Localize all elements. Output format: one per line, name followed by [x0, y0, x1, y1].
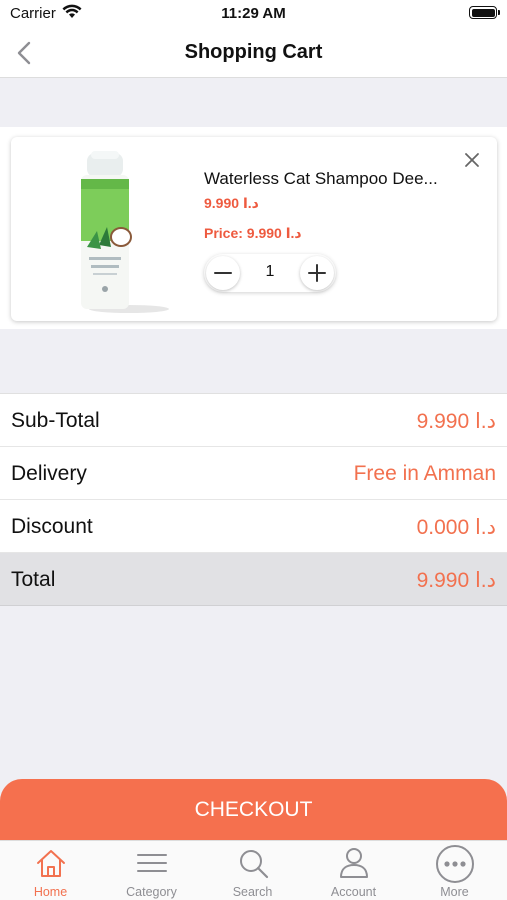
summary-row-discount: Discount 0.000 د.ا [0, 500, 507, 553]
user-icon [340, 848, 368, 878]
page-title: Shopping Cart [184, 41, 323, 63]
menu-icon [137, 854, 167, 872]
tab-home-label: Home [33, 885, 68, 899]
discount-value: 0.000 د.ا [416, 516, 496, 539]
tab-category[interactable]: Category [101, 841, 202, 900]
product-price-line: Price: 9.990 د.ا [204, 225, 302, 241]
tab-more-label: More [440, 885, 469, 899]
total-label: Total [11, 568, 56, 591]
tab-home[interactable]: Home [0, 841, 101, 900]
tab-category-label: Category [126, 885, 177, 899]
tab-account-label: Account [330, 885, 377, 899]
product-price: 9.990 د.ا [204, 195, 259, 211]
clock: 11:29 AM [221, 5, 286, 22]
order-summary: Sub-Total 9.990 د.ا Delivery Free in Amm… [0, 393, 507, 606]
status-bar: Carrier 11:29 AM [0, 0, 507, 28]
tab-more[interactable]: More [404, 841, 505, 900]
subtotal-value: 9.990 د.ا [416, 410, 496, 433]
quantity-stepper: 1 [204, 254, 336, 292]
tab-search-label: Search [232, 885, 273, 899]
product-image [81, 151, 169, 313]
close-icon[interactable] [463, 151, 481, 169]
delivery-value: Free in Amman [353, 462, 496, 485]
increase-quantity-button[interactable] [300, 256, 334, 290]
decrease-quantity-button[interactable] [206, 256, 240, 290]
discount-label: Discount [11, 515, 93, 538]
tab-bar: Home Category Search Account More [0, 840, 507, 900]
summary-row-delivery: Delivery Free in Amman [0, 447, 507, 500]
home-icon [37, 850, 65, 877]
cart-item-card[interactable]: Waterless Cat Shampoo Dee... 9.990 د.ا P… [11, 137, 497, 321]
plus-icon [308, 264, 326, 282]
tab-search[interactable]: Search [202, 841, 303, 900]
more-icon [436, 845, 474, 883]
tab-account[interactable]: Account [303, 841, 404, 900]
search-icon [240, 850, 269, 879]
minus-icon [214, 272, 232, 274]
delivery-label: Delivery [11, 462, 87, 485]
subtotal-label: Sub-Total [11, 409, 100, 432]
total-value: 9.990 د.ا [416, 569, 496, 592]
summary-row-total: Total 9.990 د.ا [0, 553, 507, 606]
summary-row-subtotal: Sub-Total 9.990 د.ا [0, 394, 507, 447]
product-name: Waterless Cat Shampoo Dee... [204, 169, 438, 188]
navigation-bar: Shopping Cart [0, 28, 507, 78]
battery-icon [469, 6, 500, 19]
checkout-button[interactable]: CHECKOUT [0, 779, 507, 849]
quantity-value: 1 [265, 263, 275, 280]
